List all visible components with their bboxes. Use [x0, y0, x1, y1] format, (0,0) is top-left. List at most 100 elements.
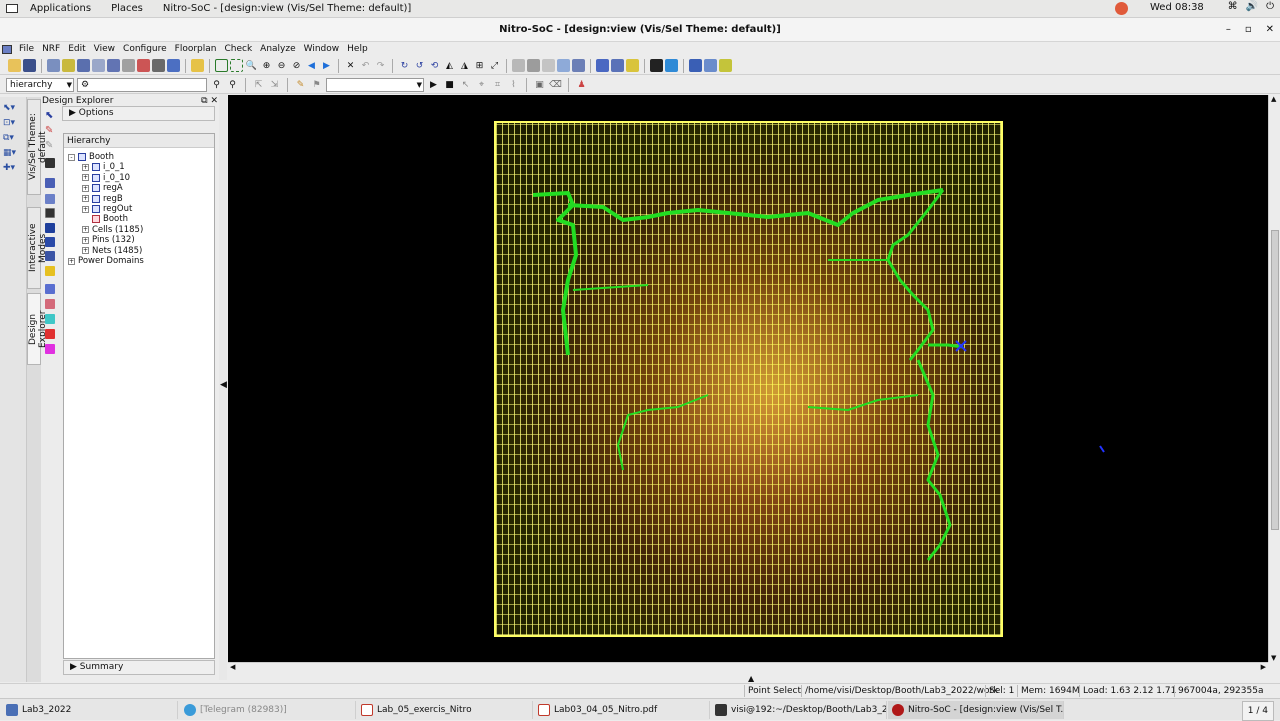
grid-e-icon[interactable]	[572, 59, 585, 72]
flow-icon[interactable]	[167, 59, 180, 72]
user-icon[interactable]: ♟	[575, 78, 588, 91]
print-icon[interactable]	[47, 59, 60, 72]
layers-icon[interactable]	[62, 59, 75, 72]
scroll-right-icon[interactable]: ▶	[1261, 663, 1266, 671]
snapshot-icon[interactable]: ▣	[533, 78, 546, 91]
zoom-prev-icon[interactable]: ⊘	[290, 59, 303, 72]
panel-toggle-icon[interactable]: ▲	[748, 674, 754, 683]
menu-nrf[interactable]: NRF	[38, 44, 64, 54]
stretch-icon[interactable]: ⤢	[488, 59, 501, 72]
task-terminal[interactable]: visi@192:~/Desktop/Booth/Lab3_2...	[711, 701, 887, 719]
drc-icon[interactable]	[719, 59, 732, 72]
pointer-icon[interactable]: ↖	[459, 78, 472, 91]
highlight-icon[interactable]	[626, 59, 639, 72]
view-mode-icon[interactable]: ▦▾	[3, 148, 23, 160]
menu-view[interactable]: View	[90, 44, 119, 54]
expand-icon[interactable]: +	[82, 195, 89, 203]
select-mode-icon[interactable]: ⬉▾	[3, 103, 23, 115]
close-icon[interactable]: ✕	[210, 96, 218, 106]
zoom-in-icon[interactable]: ⊕	[260, 59, 273, 72]
wire-icon[interactable]	[611, 59, 624, 72]
float-icon[interactable]: ⧉	[201, 96, 207, 106]
maximize-button[interactable]: ▫	[1245, 18, 1252, 42]
expand-icon[interactable]: +	[82, 174, 89, 182]
pencil-icon[interactable]: ✎	[294, 78, 307, 91]
layout-canvas[interactable]	[228, 95, 1268, 662]
edit-mode-icon[interactable]: ✚▾	[3, 163, 23, 175]
rotate-ccw-icon[interactable]: ↺	[413, 59, 426, 72]
probe-icon[interactable]: ⌖	[475, 78, 488, 91]
tree-node[interactable]: + Pins (132)	[82, 235, 135, 245]
collapse-icon[interactable]: -	[68, 153, 75, 161]
task-telegram[interactable]: [Telegram (82983)]	[180, 701, 356, 719]
menu-check[interactable]: Check	[220, 44, 256, 54]
flip-icon[interactable]: ⟲	[428, 59, 441, 72]
menu-analyze[interactable]: Analyze	[256, 44, 299, 54]
network-icon[interactable]: ⌘	[1228, 1, 1238, 12]
open-icon[interactable]	[8, 59, 21, 72]
chart-icon[interactable]	[665, 59, 678, 72]
search-combo[interactable]: ⚙	[77, 77, 207, 92]
align-icon[interactable]: ⊞	[473, 59, 486, 72]
menu-configure[interactable]: Configure	[119, 44, 171, 54]
forward-icon[interactable]: ▶	[320, 59, 333, 72]
zoom-icon[interactable]: 🔍	[245, 59, 258, 72]
tree-node[interactable]: + regOut	[82, 204, 132, 214]
tree-node[interactable]: Booth	[82, 214, 128, 224]
undo-icon[interactable]: ↶	[359, 59, 372, 72]
delete-icon[interactable]: ✕	[344, 59, 357, 72]
menu-help[interactable]: Help	[343, 44, 372, 54]
vertical-scroll-thumb[interactable]	[1271, 230, 1279, 530]
menu-file[interactable]: File	[15, 44, 38, 54]
tree-node[interactable]: + Cells (1185)	[82, 225, 143, 235]
net-icon[interactable]	[137, 59, 150, 72]
task-lab3[interactable]: Lab3_2022	[2, 701, 178, 719]
applications-menu[interactable]: Applications	[22, 3, 99, 14]
close-button[interactable]: ✕	[1266, 18, 1274, 42]
active-window-name[interactable]: Nitro-SoC - [design:view (Vis/Sel Theme:…	[155, 3, 419, 14]
workspace-pager[interactable]: 1 / 4	[1241, 701, 1274, 721]
ruler-icon[interactable]: ⌇	[507, 78, 520, 91]
expand-icon[interactable]: +	[82, 236, 89, 244]
options-section[interactable]: ▶ Options	[62, 106, 215, 121]
tree-node[interactable]: + Power Domains	[68, 256, 144, 266]
grid-a-icon[interactable]	[512, 59, 525, 72]
menu-window[interactable]: Window	[300, 44, 344, 54]
stop-icon[interactable]: ■	[443, 78, 456, 91]
select-next-icon[interactable]: ⇲	[268, 78, 281, 91]
task-lab05[interactable]: Lab_05_exercis_Nitro	[357, 701, 533, 719]
layer-mode-icon[interactable]: ⧉▾	[3, 133, 23, 145]
zoom-mode-icon[interactable]: ⊡▾	[3, 118, 23, 130]
grid-b-icon[interactable]	[527, 59, 540, 72]
tree-node[interactable]: + regB	[82, 194, 123, 204]
analyze-icon[interactable]	[689, 59, 702, 72]
zoom-fit-icon[interactable]	[215, 59, 228, 72]
filter-icon[interactable]: ⚑	[310, 78, 323, 91]
vertical-scrollbar[interactable]: ▲ ▼	[1268, 95, 1280, 662]
find-icon[interactable]: ⚲	[210, 78, 223, 91]
select-prev-icon[interactable]: ⇱	[252, 78, 265, 91]
menu-edit[interactable]: Edit	[64, 44, 89, 54]
route-icon[interactable]	[152, 59, 165, 72]
mirror-y-icon[interactable]: ◮	[458, 59, 471, 72]
scroll-down-icon[interactable]: ▼	[1271, 654, 1276, 662]
expand-icon[interactable]: +	[82, 247, 89, 255]
volume-icon[interactable]: 🔊	[1246, 1, 1258, 12]
grid-c-icon[interactable]	[542, 59, 555, 72]
expand-icon[interactable]: +	[82, 184, 89, 192]
mirror-x-icon[interactable]: ◭	[443, 59, 456, 72]
menu-floorplan[interactable]: Floorplan	[171, 44, 221, 54]
redo-icon[interactable]: ↷	[374, 59, 387, 72]
expand-icon[interactable]: +	[68, 257, 75, 265]
copy-icon[interactable]	[92, 59, 105, 72]
collapse-arrow-icon[interactable]: ◀	[220, 380, 227, 390]
task-lab03-pdf[interactable]: Lab03_04_05_Nitro.pdf	[534, 701, 710, 719]
tree-node[interactable]: + regA	[82, 183, 123, 193]
horizontal-scrollbar[interactable]: ◀ ▶	[228, 662, 1268, 674]
clock[interactable]: Wed 08:38	[1150, 2, 1204, 13]
power-icon[interactable]: ⏻	[1266, 1, 1274, 12]
back-icon[interactable]: ◀	[305, 59, 318, 72]
summary-section[interactable]: ▶ Summary	[63, 660, 215, 675]
expand-icon[interactable]: +	[82, 226, 89, 234]
find-all-icon[interactable]: ⚲	[226, 78, 239, 91]
